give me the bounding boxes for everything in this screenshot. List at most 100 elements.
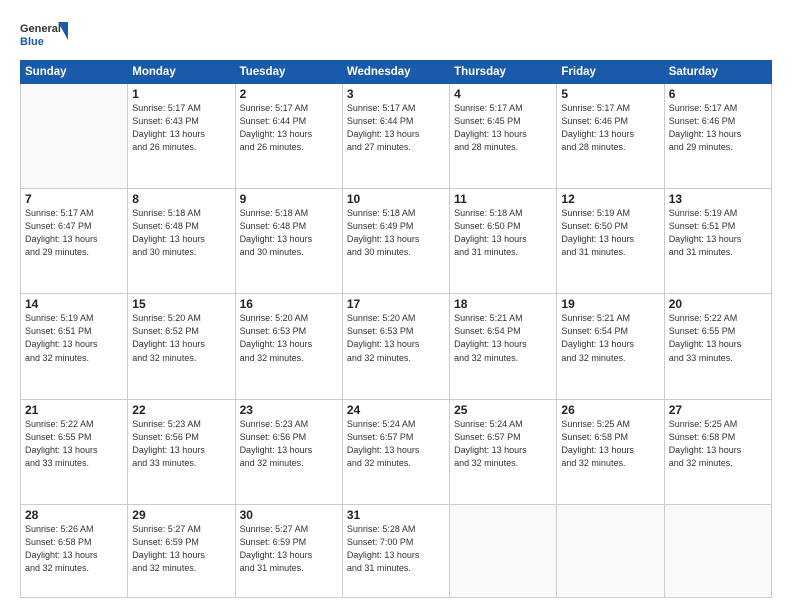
- calendar-cell: 30Sunrise: 5:27 AMSunset: 6:59 PMDayligh…: [235, 504, 342, 597]
- day-number: 14: [25, 297, 123, 311]
- day-info: Sunrise: 5:17 AMSunset: 6:45 PMDaylight:…: [454, 102, 552, 154]
- day-info: Sunrise: 5:27 AMSunset: 6:59 PMDaylight:…: [240, 523, 338, 575]
- day-info: Sunrise: 5:24 AMSunset: 6:57 PMDaylight:…: [347, 418, 445, 470]
- day-number: 9: [240, 192, 338, 206]
- day-info: Sunrise: 5:17 AMSunset: 6:43 PMDaylight:…: [132, 102, 230, 154]
- logo: General Blue: [20, 18, 70, 54]
- day-number: 19: [561, 297, 659, 311]
- day-info: Sunrise: 5:19 AMSunset: 6:51 PMDaylight:…: [25, 312, 123, 364]
- weekday-header-monday: Monday: [128, 61, 235, 84]
- calendar-cell: [557, 504, 664, 597]
- day-number: 28: [25, 508, 123, 522]
- logo-svg: General Blue: [20, 18, 70, 54]
- day-number: 22: [132, 403, 230, 417]
- calendar-cell: 5Sunrise: 5:17 AMSunset: 6:46 PMDaylight…: [557, 84, 664, 189]
- calendar-cell: [450, 504, 557, 597]
- calendar-cell: 14Sunrise: 5:19 AMSunset: 6:51 PMDayligh…: [21, 294, 128, 399]
- day-info: Sunrise: 5:18 AMSunset: 6:48 PMDaylight:…: [132, 207, 230, 259]
- day-info: Sunrise: 5:17 AMSunset: 6:47 PMDaylight:…: [25, 207, 123, 259]
- day-info: Sunrise: 5:26 AMSunset: 6:58 PMDaylight:…: [25, 523, 123, 575]
- day-info: Sunrise: 5:25 AMSunset: 6:58 PMDaylight:…: [561, 418, 659, 470]
- calendar-cell: 28Sunrise: 5:26 AMSunset: 6:58 PMDayligh…: [21, 504, 128, 597]
- calendar-cell: 26Sunrise: 5:25 AMSunset: 6:58 PMDayligh…: [557, 399, 664, 504]
- calendar-cell: 18Sunrise: 5:21 AMSunset: 6:54 PMDayligh…: [450, 294, 557, 399]
- calendar-cell: 25Sunrise: 5:24 AMSunset: 6:57 PMDayligh…: [450, 399, 557, 504]
- day-info: Sunrise: 5:17 AMSunset: 6:46 PMDaylight:…: [669, 102, 767, 154]
- calendar-cell: 31Sunrise: 5:28 AMSunset: 7:00 PMDayligh…: [342, 504, 449, 597]
- calendar-cell: 21Sunrise: 5:22 AMSunset: 6:55 PMDayligh…: [21, 399, 128, 504]
- day-number: 10: [347, 192, 445, 206]
- day-info: Sunrise: 5:20 AMSunset: 6:53 PMDaylight:…: [347, 312, 445, 364]
- calendar-cell: 1Sunrise: 5:17 AMSunset: 6:43 PMDaylight…: [128, 84, 235, 189]
- calendar-cell: 15Sunrise: 5:20 AMSunset: 6:52 PMDayligh…: [128, 294, 235, 399]
- day-number: 24: [347, 403, 445, 417]
- day-info: Sunrise: 5:17 AMSunset: 6:44 PMDaylight:…: [240, 102, 338, 154]
- day-info: Sunrise: 5:18 AMSunset: 6:49 PMDaylight:…: [347, 207, 445, 259]
- calendar-cell: 12Sunrise: 5:19 AMSunset: 6:50 PMDayligh…: [557, 189, 664, 294]
- day-info: Sunrise: 5:28 AMSunset: 7:00 PMDaylight:…: [347, 523, 445, 575]
- calendar-cell: 20Sunrise: 5:22 AMSunset: 6:55 PMDayligh…: [664, 294, 771, 399]
- day-number: 8: [132, 192, 230, 206]
- day-info: Sunrise: 5:17 AMSunset: 6:46 PMDaylight:…: [561, 102, 659, 154]
- calendar-cell: 10Sunrise: 5:18 AMSunset: 6:49 PMDayligh…: [342, 189, 449, 294]
- day-number: 30: [240, 508, 338, 522]
- day-number: 7: [25, 192, 123, 206]
- calendar-cell: 22Sunrise: 5:23 AMSunset: 6:56 PMDayligh…: [128, 399, 235, 504]
- weekday-header-friday: Friday: [557, 61, 664, 84]
- day-info: Sunrise: 5:25 AMSunset: 6:58 PMDaylight:…: [669, 418, 767, 470]
- day-info: Sunrise: 5:21 AMSunset: 6:54 PMDaylight:…: [561, 312, 659, 364]
- day-info: Sunrise: 5:21 AMSunset: 6:54 PMDaylight:…: [454, 312, 552, 364]
- day-number: 16: [240, 297, 338, 311]
- calendar-cell: 2Sunrise: 5:17 AMSunset: 6:44 PMDaylight…: [235, 84, 342, 189]
- calendar-cell: [21, 84, 128, 189]
- calendar-cell: 8Sunrise: 5:18 AMSunset: 6:48 PMDaylight…: [128, 189, 235, 294]
- calendar-page: General Blue SundayMondayTuesdayWednesda…: [0, 0, 792, 612]
- calendar-week-row: 1Sunrise: 5:17 AMSunset: 6:43 PMDaylight…: [21, 84, 772, 189]
- day-info: Sunrise: 5:20 AMSunset: 6:53 PMDaylight:…: [240, 312, 338, 364]
- day-number: 4: [454, 87, 552, 101]
- day-info: Sunrise: 5:18 AMSunset: 6:48 PMDaylight:…: [240, 207, 338, 259]
- calendar-cell: 9Sunrise: 5:18 AMSunset: 6:48 PMDaylight…: [235, 189, 342, 294]
- calendar-week-row: 21Sunrise: 5:22 AMSunset: 6:55 PMDayligh…: [21, 399, 772, 504]
- calendar-table: SundayMondayTuesdayWednesdayThursdayFrid…: [20, 60, 772, 598]
- day-number: 12: [561, 192, 659, 206]
- day-number: 17: [347, 297, 445, 311]
- weekday-header-saturday: Saturday: [664, 61, 771, 84]
- day-info: Sunrise: 5:23 AMSunset: 6:56 PMDaylight:…: [240, 418, 338, 470]
- day-number: 31: [347, 508, 445, 522]
- day-number: 1: [132, 87, 230, 101]
- weekday-header-row: SundayMondayTuesdayWednesdayThursdayFrid…: [21, 61, 772, 84]
- calendar-week-row: 7Sunrise: 5:17 AMSunset: 6:47 PMDaylight…: [21, 189, 772, 294]
- day-info: Sunrise: 5:19 AMSunset: 6:51 PMDaylight:…: [669, 207, 767, 259]
- calendar-cell: 13Sunrise: 5:19 AMSunset: 6:51 PMDayligh…: [664, 189, 771, 294]
- day-info: Sunrise: 5:24 AMSunset: 6:57 PMDaylight:…: [454, 418, 552, 470]
- day-info: Sunrise: 5:17 AMSunset: 6:44 PMDaylight:…: [347, 102, 445, 154]
- day-number: 27: [669, 403, 767, 417]
- svg-text:General: General: [20, 23, 61, 35]
- day-number: 6: [669, 87, 767, 101]
- calendar-cell: [664, 504, 771, 597]
- calendar-cell: 24Sunrise: 5:24 AMSunset: 6:57 PMDayligh…: [342, 399, 449, 504]
- calendar-cell: 3Sunrise: 5:17 AMSunset: 6:44 PMDaylight…: [342, 84, 449, 189]
- day-number: 26: [561, 403, 659, 417]
- day-info: Sunrise: 5:22 AMSunset: 6:55 PMDaylight:…: [669, 312, 767, 364]
- day-info: Sunrise: 5:23 AMSunset: 6:56 PMDaylight:…: [132, 418, 230, 470]
- calendar-cell: 27Sunrise: 5:25 AMSunset: 6:58 PMDayligh…: [664, 399, 771, 504]
- weekday-header-thursday: Thursday: [450, 61, 557, 84]
- day-number: 25: [454, 403, 552, 417]
- day-number: 18: [454, 297, 552, 311]
- calendar-cell: 29Sunrise: 5:27 AMSunset: 6:59 PMDayligh…: [128, 504, 235, 597]
- day-number: 2: [240, 87, 338, 101]
- day-number: 29: [132, 508, 230, 522]
- day-number: 20: [669, 297, 767, 311]
- weekday-header-wednesday: Wednesday: [342, 61, 449, 84]
- calendar-week-row: 14Sunrise: 5:19 AMSunset: 6:51 PMDayligh…: [21, 294, 772, 399]
- day-info: Sunrise: 5:27 AMSunset: 6:59 PMDaylight:…: [132, 523, 230, 575]
- day-number: 5: [561, 87, 659, 101]
- svg-text:Blue: Blue: [20, 36, 44, 48]
- calendar-cell: 7Sunrise: 5:17 AMSunset: 6:47 PMDaylight…: [21, 189, 128, 294]
- day-info: Sunrise: 5:20 AMSunset: 6:52 PMDaylight:…: [132, 312, 230, 364]
- calendar-week-row: 28Sunrise: 5:26 AMSunset: 6:58 PMDayligh…: [21, 504, 772, 597]
- calendar-cell: 19Sunrise: 5:21 AMSunset: 6:54 PMDayligh…: [557, 294, 664, 399]
- calendar-cell: 23Sunrise: 5:23 AMSunset: 6:56 PMDayligh…: [235, 399, 342, 504]
